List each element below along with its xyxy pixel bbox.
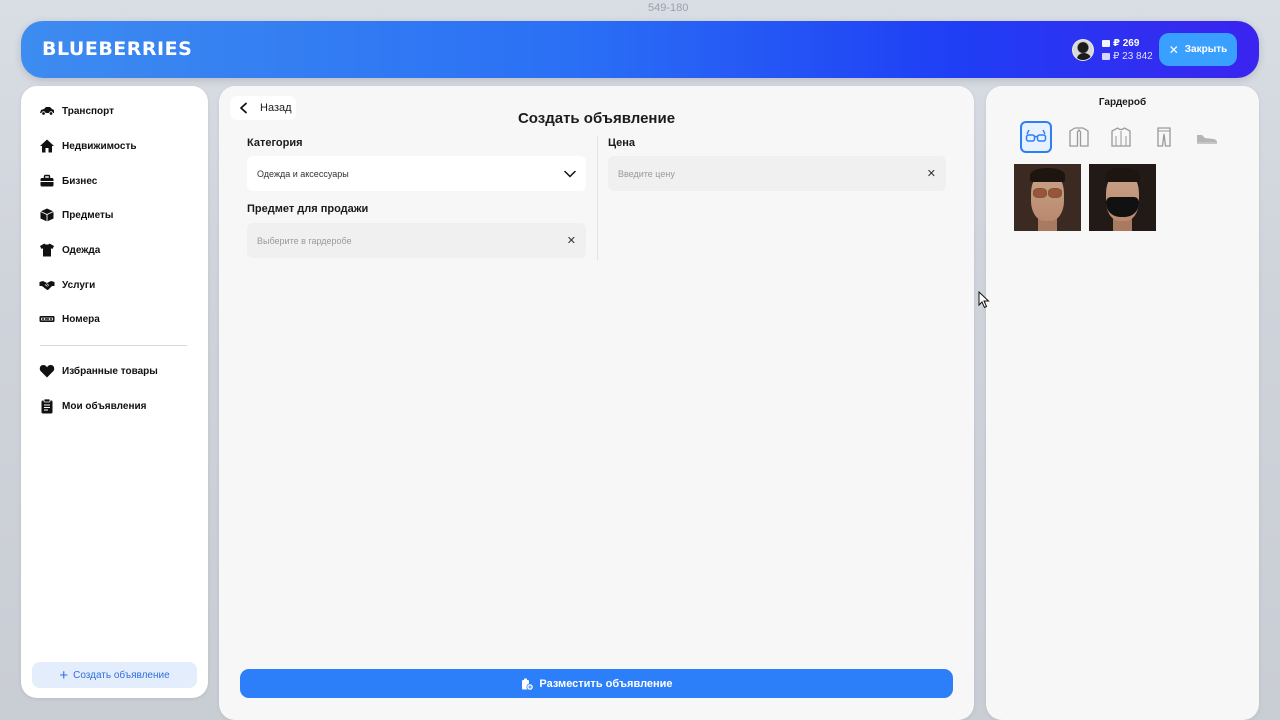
glasses-icon [1025, 129, 1047, 142]
close-button-label: Закрыть [1184, 44, 1228, 55]
tshirt-icon [40, 243, 54, 257]
submit-ad-button[interactable]: Разместить объявление [240, 669, 953, 698]
bank-icon [1102, 53, 1110, 60]
price-placeholder: Введите цену [618, 168, 675, 179]
sidebar-item-items[interactable]: Предметы [39, 205, 113, 225]
balance-block: ₽ 269 ₽ 23 842 [1102, 37, 1153, 63]
wardrobe-tab-glasses[interactable] [1020, 121, 1052, 153]
shoe-icon [1197, 135, 1217, 144]
sidebar-item-transport[interactable]: Транспорт [39, 101, 114, 121]
balance-secondary: ₽ 23 842 [1113, 51, 1153, 62]
chevron-down-icon [564, 170, 576, 178]
sidebar-item-label: Предметы [62, 209, 114, 221]
wardrobe-tab-shoes[interactable] [1191, 121, 1223, 153]
category-select[interactable]: Одежда и аксессуары [247, 156, 586, 191]
submit-ad-label: Разместить объявление [539, 677, 673, 690]
jacket-icon [1069, 127, 1089, 147]
car-icon [40, 107, 54, 116]
balance-primary: ₽ 269 [1113, 38, 1140, 49]
place-ad-icon [522, 678, 535, 691]
sidebar-item-favorites[interactable]: Избранные товары [39, 361, 158, 381]
sidebar-item-label: Мои объявления [62, 400, 147, 412]
price-label: Цена [608, 137, 636, 149]
sidebar-item-my-ads[interactable]: Мои объявления [39, 396, 146, 416]
handshake-icon [39, 281, 55, 290]
heart-icon [39, 365, 55, 378]
sidebar-item-label: Услуги [62, 279, 96, 291]
avatar[interactable] [1072, 39, 1094, 61]
item-field[interactable]: Выберите в гардеробе ✕ [247, 223, 586, 258]
sidebar-item-clothes[interactable]: Одежда [39, 240, 100, 260]
sidebar-item-label: Бизнес [62, 175, 98, 187]
close-icon: ✕ [1168, 42, 1179, 57]
item-label: Предмет для продажи [247, 203, 369, 215]
item-placeholder: Выберите в гардеробе [257, 235, 352, 246]
sidebar-divider [40, 345, 187, 346]
category-value: Одежда и аксессуары [257, 168, 349, 179]
wardrobe-item-sunglasses[interactable] [1014, 164, 1081, 231]
clear-icon[interactable]: ✕ [927, 167, 936, 180]
sidebar-item-label: Недвижимость [62, 140, 137, 152]
briefcase-icon [40, 174, 54, 187]
sidebar-item-business[interactable]: Бизнес [39, 171, 97, 191]
category-label: Категория [247, 137, 303, 149]
sidebar-item-realty[interactable]: Недвижимость [39, 136, 137, 156]
column-divider [597, 136, 598, 260]
wardrobe-tab-pants[interactable] [1148, 121, 1180, 153]
coat-icon [1111, 127, 1131, 147]
create-ad-form: Назад Создать объявление Категория Одежд… [219, 86, 974, 720]
license-plate-icon [39, 316, 55, 322]
price-input[interactable]: Введите цену ✕ [608, 156, 946, 191]
close-button[interactable]: ✕ Закрыть [1159, 33, 1237, 66]
wardrobe-tab-jacket[interactable] [1063, 121, 1095, 153]
house-icon [40, 139, 54, 153]
wardrobe-title: Гардероб [1098, 97, 1147, 108]
page-title: Создать объявление [517, 110, 676, 127]
mouse-cursor-icon [978, 291, 990, 309]
wardrobe-tab-coat[interactable] [1105, 121, 1137, 153]
sidebar-item-label: Номера [62, 313, 100, 325]
sidebar-item-services[interactable]: Услуги [39, 275, 95, 295]
wallet-icon [1102, 40, 1110, 47]
sunglasses-icon [1033, 188, 1062, 198]
wardrobe-item-mask[interactable] [1089, 164, 1156, 231]
sidebar-create-ad-label: Создать объявление [73, 669, 170, 681]
top-bar: BLUEBERRIES ₽ 269 ₽ 23 842 ✕ Закрыть [21, 21, 1259, 78]
background-label: 549-180 [648, 2, 689, 14]
plus-icon: + [59, 666, 69, 684]
box-icon [40, 208, 54, 222]
sidebar-item-label: Избранные товары [62, 365, 158, 377]
sidebar-create-ad-button[interactable]: + Создать объявление [32, 662, 197, 688]
clipboard-icon [41, 398, 53, 414]
clear-icon[interactable]: ✕ [567, 234, 576, 247]
pants-icon [1157, 127, 1171, 147]
brand-logo: BLUEBERRIES [42, 38, 193, 60]
sidebar-item-label: Транспорт [62, 105, 115, 117]
sidebar-item-plates[interactable]: Номера [39, 309, 100, 329]
sidebar-item-label: Одежда [62, 244, 101, 256]
wardrobe-panel: Гардероб [986, 86, 1259, 720]
sidebar: Транспорт Недвижимость Бизнес Предметы О… [21, 86, 208, 698]
